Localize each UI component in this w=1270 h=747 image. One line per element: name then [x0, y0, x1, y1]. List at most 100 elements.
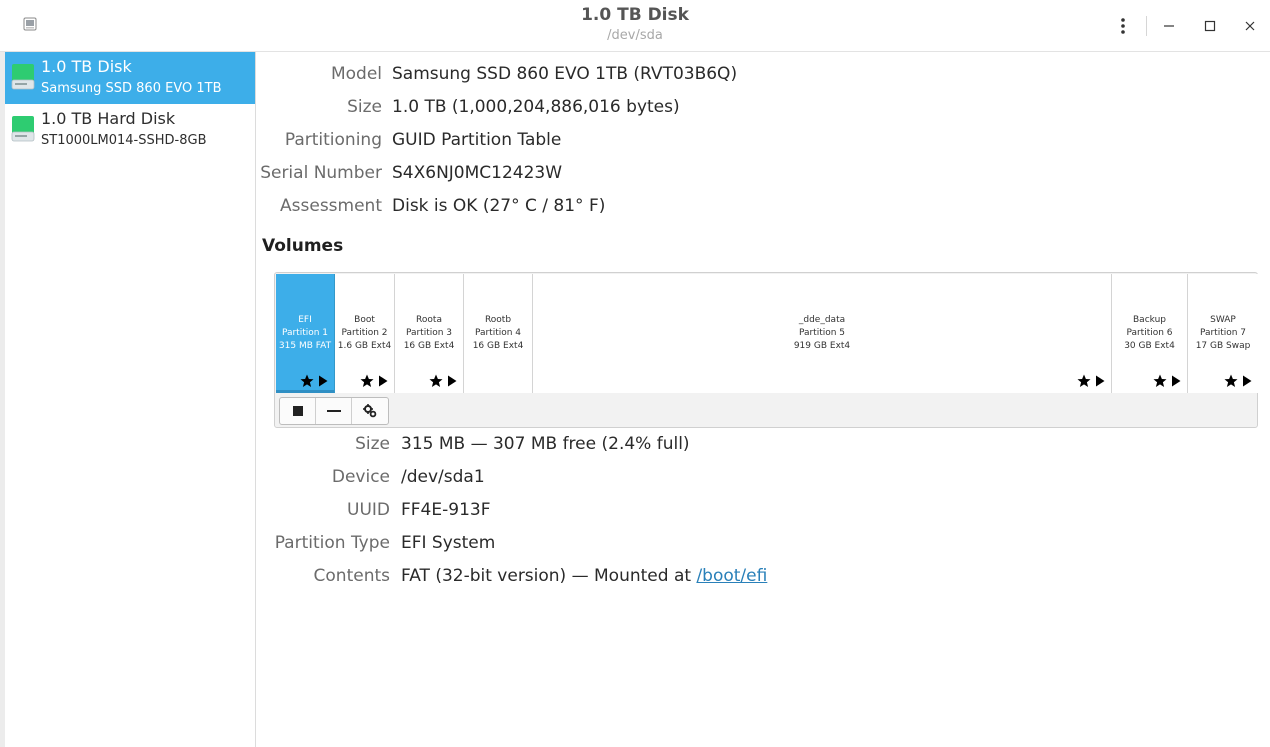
label-partition-type: Partition Type	[274, 533, 390, 553]
sidebar-item-sublabel: Samsung SSD 860 EVO 1TB	[41, 81, 222, 96]
kebab-menu-icon	[1121, 18, 1125, 34]
value-contents: FAT (32-bit version) — Mounted at /boot/…	[401, 564, 767, 588]
play-icon	[1096, 375, 1105, 387]
label-assessment: Assessment	[280, 196, 382, 216]
star-icon	[1153, 374, 1167, 387]
disk-size-row: Size 1.0 TB (1,000,204,886,016 bytes)	[256, 95, 1270, 119]
title-bar: 1.0 TB Disk /dev/sda	[0, 0, 1270, 52]
value-serial: S4X6NJ0MC12423W	[392, 163, 563, 183]
window-title: 1.0 TB Disk	[581, 5, 689, 25]
close-button[interactable]	[1236, 12, 1264, 40]
partition-size: 17 GB Swap	[1195, 341, 1251, 351]
star-icon	[1224, 374, 1238, 387]
partition-4[interactable]: Rootb Partition 4 16 GB Ext4	[464, 274, 533, 393]
maximize-icon	[1204, 20, 1216, 32]
value-partitioning: GUID Partition Table	[392, 130, 562, 150]
gears-icon	[363, 404, 377, 418]
volumes-frame: EFI Partition 1 315 MB FAT Boot Partitio…	[274, 272, 1258, 428]
partition-size: 1.6 GB Ext4	[337, 341, 392, 351]
menu-button[interactable]	[1109, 12, 1137, 40]
partition-3[interactable]: Roota Partition 3 16 GB Ext4	[395, 274, 464, 393]
partition-type-row: Partition Type EFI System	[256, 531, 1270, 555]
sidebar-item-label: 1.0 TB Disk	[41, 57, 132, 76]
partition-options-button[interactable]	[352, 398, 388, 424]
partition-label: Backup	[1133, 315, 1166, 325]
value-partition-type: EFI System	[401, 533, 496, 553]
close-icon	[1245, 21, 1255, 31]
play-icon	[448, 375, 457, 387]
partition-label: Boot	[354, 315, 375, 325]
partition-number: Partition 7	[1199, 328, 1247, 338]
value-model: Samsung SSD 860 EVO 1TB (RVT03B6Q)	[392, 64, 738, 84]
volumes-strip: EFI Partition 1 315 MB FAT Boot Partitio…	[276, 274, 1258, 393]
play-icon	[379, 375, 388, 387]
play-icon	[1243, 375, 1252, 387]
play-icon	[319, 375, 328, 387]
minus-icon	[326, 410, 341, 412]
sidebar-item-ssd[interactable]: 1.0 TB Disk Samsung SSD 860 EVO 1TB	[5, 52, 255, 104]
drive-icon	[11, 116, 35, 142]
partition-size: 16 GB Ext4	[403, 341, 455, 351]
sidebar-edge	[0, 52, 5, 747]
star-icon	[360, 374, 374, 387]
partition-number: Partition 3	[405, 328, 453, 338]
label-contents: Contents	[313, 566, 390, 586]
minimize-button[interactable]	[1155, 12, 1183, 40]
partition-number: Partition 5	[798, 328, 846, 338]
stop-icon	[292, 406, 303, 416]
value-assessment: Disk is OK (27° C / 81° F)	[392, 196, 606, 216]
disk-assessment-row: Assessment Disk is OK (27° C / 81° F)	[256, 194, 1270, 218]
label-partition-size: Size	[355, 434, 390, 454]
partition-5[interactable]: _dde_data Partition 5 919 GB Ext4	[533, 274, 1112, 393]
partition-size: 315 MB FAT	[278, 341, 332, 351]
value-device: /dev/sda1	[401, 467, 485, 487]
label-uuid: UUID	[347, 500, 390, 520]
mount-point-link[interactable]: /boot/efi	[696, 566, 767, 586]
window-subtitle: /dev/sda	[607, 28, 663, 43]
value-partition-size: 315 MB — 307 MB free (2.4% full)	[401, 434, 690, 454]
partition-6[interactable]: Backup Partition 6 30 GB Ext4	[1112, 274, 1188, 393]
partition-device-row: Device /dev/sda1	[256, 465, 1270, 489]
star-icon	[300, 374, 314, 387]
titlebar-separator	[1146, 16, 1147, 36]
partition-7[interactable]: SWAP Partition 7 17 GB Swap	[1188, 274, 1258, 393]
minimize-icon	[1164, 25, 1174, 27]
sidebar-item-sublabel: ST1000LM014-SSHD-8GB	[41, 133, 207, 148]
partition-label: Roota	[416, 315, 442, 325]
disk-partitioning-row: Partitioning GUID Partition Table	[256, 128, 1270, 152]
partition-number: Partition 6	[1126, 328, 1173, 338]
partition-size-row: Size 315 MB — 307 MB free (2.4% full)	[256, 432, 1270, 456]
value-uuid: FF4E-913F	[401, 500, 491, 520]
partition-label: EFI	[298, 315, 312, 325]
partition-1[interactable]: EFI Partition 1 315 MB FAT	[276, 274, 335, 393]
label-device: Device	[331, 467, 390, 487]
sidebar-item-label: 1.0 TB Hard Disk	[41, 109, 176, 128]
maximize-button[interactable]	[1196, 12, 1224, 40]
partition-number: Partition 2	[341, 328, 388, 338]
sidebar-item-hdd[interactable]: 1.0 TB Hard Disk ST1000LM014-SSHD-8GB	[5, 104, 255, 156]
partition-number: Partition 4	[474, 328, 522, 338]
delete-partition-button[interactable]	[316, 398, 352, 424]
disk-model-row: Model Samsung SSD 860 EVO 1TB (RVT03B6Q)	[256, 62, 1270, 86]
star-icon	[1077, 374, 1091, 387]
volumes-heading: Volumes	[262, 236, 344, 256]
label-serial: Serial Number	[260, 163, 382, 183]
partition-uuid-row: UUID FF4E-913F	[256, 498, 1270, 522]
label-partitioning: Partitioning	[284, 130, 382, 150]
label-model: Model	[330, 64, 382, 84]
partition-size: 919 GB Ext4	[793, 341, 851, 351]
volume-toolbar	[279, 397, 389, 425]
play-icon	[1172, 375, 1181, 387]
unmount-button[interactable]	[280, 398, 316, 424]
partition-size: 16 GB Ext4	[472, 341, 524, 351]
main-panel: Model Samsung SSD 860 EVO 1TB (RVT03B6Q)…	[256, 52, 1270, 747]
drive-icon	[11, 64, 35, 90]
partition-label: SWAP	[1210, 315, 1236, 325]
disk-sidebar	[0, 52, 256, 747]
partition-size: 30 GB Ext4	[1124, 341, 1175, 351]
partition-label: _dde_data	[798, 315, 846, 325]
partition-2[interactable]: Boot Partition 2 1.6 GB Ext4	[335, 274, 395, 393]
contents-text: FAT (32-bit version) — Mounted at	[401, 566, 697, 586]
value-size: 1.0 TB (1,000,204,886,016 bytes)	[392, 97, 680, 117]
partition-contents-row: Contents FAT (32-bit version) — Mounted …	[256, 564, 1270, 588]
